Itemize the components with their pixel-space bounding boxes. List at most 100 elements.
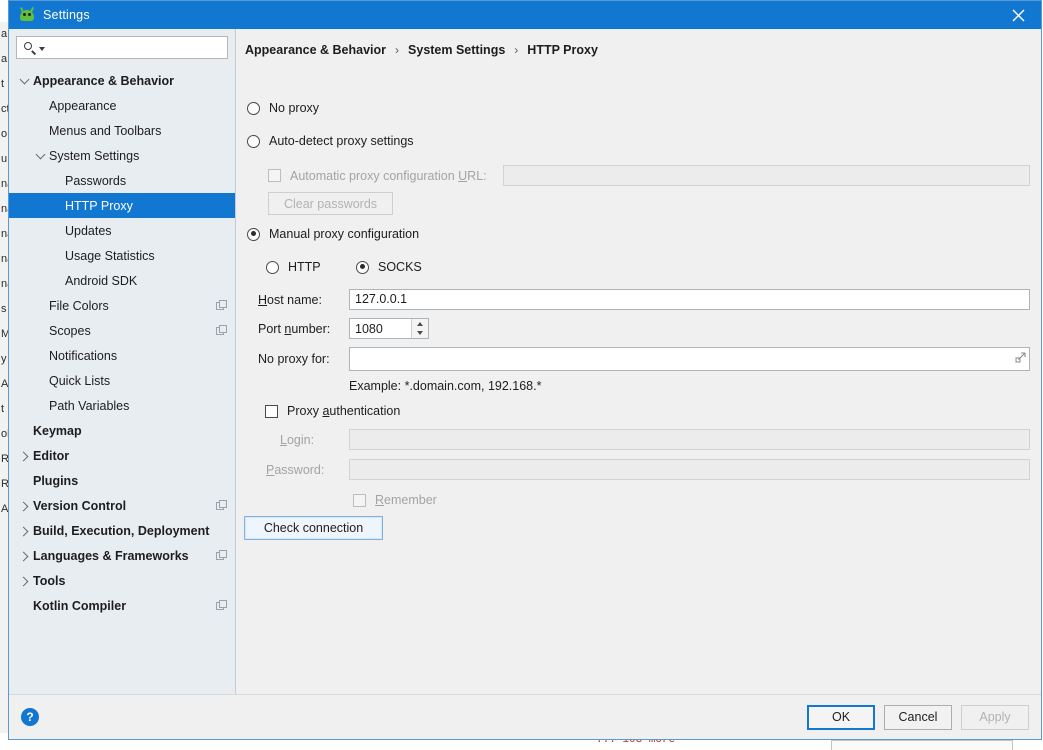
radio-socks-indicator [356, 260, 369, 274]
sidebar-item-label: Quick Lists [49, 373, 111, 388]
radio-auto-detect-indicator [247, 134, 260, 148]
radio-http-indicator [266, 260, 279, 274]
chevron-down-icon[interactable] [19, 75, 31, 87]
sidebar-item-menus-and-toolbars[interactable]: Menus and Toolbars [9, 118, 235, 143]
chevron-right-icon[interactable] [19, 450, 31, 462]
sidebar-item-languages-frameworks[interactable]: Languages & Frameworks [9, 543, 235, 568]
sidebar-item-appearance-behavior[interactable]: Appearance & Behavior [9, 68, 235, 93]
sidebar-item-label: Menus and Toolbars [49, 123, 162, 138]
sidebar-item-usage-statistics[interactable]: Usage Statistics [9, 243, 235, 268]
sidebar-item-passwords[interactable]: Passwords [9, 168, 235, 193]
sidebar-item-updates[interactable]: Updates [9, 218, 235, 243]
help-icon[interactable]: ? [21, 708, 39, 726]
breadcrumb-part-appearance[interactable]: Appearance & Behavior [245, 43, 386, 57]
sidebar-item-version-control[interactable]: Version Control [9, 493, 235, 518]
clear-passwords-button: Clear passwords [268, 192, 393, 215]
sidebar-item-file-colors[interactable]: File Colors [9, 293, 235, 318]
sidebar-item-android-sdk[interactable]: Android SDK [9, 268, 235, 293]
radio-http-label: HTTP [288, 260, 321, 274]
sidebar-item-label: Build, Execution, Deployment [33, 523, 210, 538]
port-number-value[interactable]: 1080 [350, 319, 411, 338]
settings-tree: Appearance & Behavior Appearance Menus and… [9, 64, 235, 694]
sidebar-item-label: Editor [33, 448, 70, 463]
sidebar-item-build-execution-deployment[interactable]: Build, Execution, Deployment [9, 518, 235, 543]
search-icon [23, 41, 37, 55]
dialog-footer: ? OK Cancel Apply [9, 694, 1041, 739]
breadcrumb-separator: › [395, 43, 400, 57]
chevron-down-icon[interactable] [35, 150, 47, 162]
radio-manual-proxy[interactable]: Manual proxy configuration [247, 227, 419, 241]
radio-manual-proxy-label: Manual proxy configuration [269, 227, 420, 241]
sidebar-item-plugins[interactable]: Plugins [9, 468, 235, 493]
port-stepper-buttons [411, 319, 428, 338]
project-level-setting-icon [216, 300, 227, 311]
sidebar-item-path-variables[interactable]: Path Variables [9, 393, 235, 418]
dialog-body: Appearance & Behavior Appearance Menus and… [9, 29, 1041, 694]
search-container [9, 29, 235, 64]
sidebar-item-editor[interactable]: Editor [9, 443, 235, 468]
radio-http[interactable]: HTTP [266, 260, 321, 274]
dialog-titlebar: Settings [9, 1, 1041, 29]
radio-socks[interactable]: SOCKS [356, 260, 422, 274]
chevron-right-icon[interactable] [19, 550, 31, 562]
host-name-input[interactable]: 127.0.0.1 [349, 289, 1030, 310]
expand-field-icon[interactable] [1014, 352, 1026, 364]
cancel-button[interactable]: Cancel [884, 704, 952, 730]
no-proxy-for-example: Example: *.domain.com, 192.168.* [349, 379, 542, 393]
breadcrumb-part-system-settings[interactable]: System Settings [408, 43, 505, 57]
project-level-setting-icon [216, 325, 227, 336]
sidebar-item-label: Updates [65, 223, 112, 238]
sidebar-item-tools[interactable]: Tools [9, 568, 235, 593]
radio-socks-label: SOCKS [378, 260, 422, 274]
breadcrumb-separator: › [514, 43, 519, 57]
chevron-right-icon[interactable] [19, 575, 31, 587]
sidebar-item-kotlin-compiler[interactable]: Kotlin Compiler [9, 593, 235, 618]
sidebar-item-notifications[interactable]: Notifications [9, 343, 235, 368]
search-input[interactable] [45, 37, 227, 58]
radio-auto-detect-proxy[interactable]: Auto-detect proxy settings [247, 134, 414, 148]
sidebar-item-quick-lists[interactable]: Quick Lists [9, 368, 235, 393]
checkbox-proxy-authentication[interactable]: Proxy authentication [265, 404, 400, 418]
sidebar-item-scopes[interactable]: Scopes [9, 318, 235, 343]
sidebar-item-appearance[interactable]: Appearance [9, 93, 235, 118]
sidebar-item-keymap[interactable]: Keymap [9, 418, 235, 443]
sidebar-item-label: Plugins [33, 473, 79, 488]
host-name-label: Host name: [258, 293, 322, 307]
proxy-authentication-label: Proxy authentication [287, 404, 401, 418]
project-level-setting-icon [216, 550, 227, 561]
ok-button[interactable]: OK [807, 704, 875, 730]
port-number-stepper[interactable]: 1080 [349, 318, 429, 339]
project-level-setting-icon [216, 600, 227, 611]
radio-no-proxy[interactable]: No proxy [247, 101, 319, 115]
automatic-proxy-url-label: Automatic proxy configuration URL: [290, 168, 487, 183]
sidebar-item-system-settings[interactable]: System Settings [9, 143, 235, 168]
caret-up-icon[interactable] [412, 319, 428, 329]
remember-label: Remember [375, 493, 437, 507]
login-label: Login: [280, 433, 315, 447]
caret-down-icon[interactable] [412, 329, 428, 339]
chevron-right-icon[interactable] [19, 525, 31, 537]
sidebar-item-http-proxy[interactable]: HTTP Proxy [9, 193, 235, 218]
sidebar-item-label: HTTP Proxy [65, 198, 133, 213]
port-number-label: Port number: [258, 322, 331, 336]
checkbox-automatic-proxy-url [268, 169, 281, 182]
checkbox-remember-indicator [353, 493, 366, 507]
check-connection-button[interactable]: Check connection [244, 516, 383, 540]
sidebar-item-label: Version Control [33, 498, 127, 513]
sidebar-item-label: Kotlin Compiler [33, 598, 127, 613]
no-proxy-for-label: No proxy for: [258, 352, 330, 366]
no-proxy-for-input[interactable] [349, 347, 1030, 371]
apply-button: Apply [961, 704, 1029, 730]
chevron-right-icon[interactable] [19, 500, 31, 512]
search-box[interactable] [16, 36, 228, 59]
close-icon[interactable] [995, 1, 1041, 29]
